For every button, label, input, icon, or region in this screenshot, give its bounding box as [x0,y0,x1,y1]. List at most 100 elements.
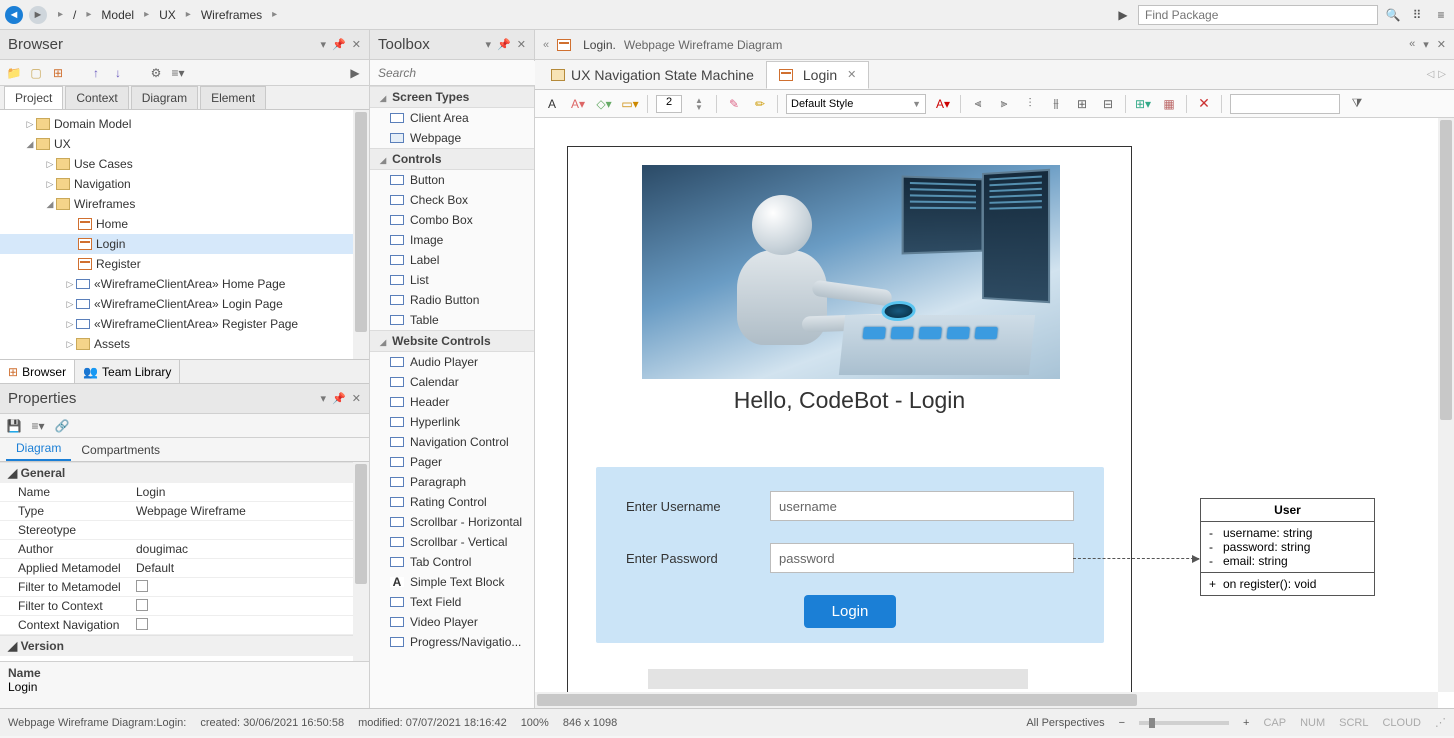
prop-row-name[interactable]: NameLogin [0,483,369,502]
zoom-in-icon[interactable]: + [1243,717,1249,729]
prop-group-general[interactable]: ◢ General [0,462,369,483]
tool-label[interactable]: Label [370,250,534,270]
login-form-card[interactable]: Enter Username username Enter Password p… [596,467,1104,643]
bottom-tab-team-library[interactable]: 👥 Team Library [75,360,180,383]
nav-forward-button[interactable]: ► [28,5,48,25]
tree-item-assets[interactable]: ▷ Assets [0,334,369,354]
move-up-icon[interactable]: ↑ [88,65,104,81]
tree-item-domain-model[interactable]: ▷ Domain Model [0,114,369,134]
password-input[interactable]: password [770,543,1074,573]
breadcrumb-model[interactable]: Model [101,8,134,22]
user-class-element[interactable]: User -username: string -password: string… [1200,498,1375,596]
canvas-scrollbar-vertical[interactable] [1438,118,1454,692]
distribute-h-icon[interactable]: ⊞ [1073,95,1091,113]
hamburger-icon[interactable]: ≡▾ [170,65,186,81]
tool-textfield[interactable]: Text Field [370,592,534,612]
breadcrumb-root[interactable]: / [73,8,76,22]
pin-icon[interactable]: 📌 [497,38,511,51]
tool-table[interactable]: Table [370,310,534,330]
move-down-icon[interactable]: ↓ [110,65,126,81]
prop-row-author[interactable]: Authordougimac [0,540,369,559]
play-icon[interactable]: ▶ [1114,6,1132,24]
checkbox[interactable] [136,599,148,611]
dropdown-icon[interactable]: ▾ [321,392,327,405]
tool-combobox[interactable]: Combo Box [370,210,534,230]
resize-grip-icon[interactable]: ⋰ [1435,716,1446,729]
tool-scrollv[interactable]: Scrollbar - Vertical [370,532,534,552]
line-color-icon[interactable]: ▭▾ [621,95,639,113]
props-tab-compartments[interactable]: Compartments [71,439,170,461]
tool-group-website[interactable]: Website Controls [370,330,534,352]
align-center-icon[interactable]: ⫸ [995,95,1013,113]
tool-group-screen-types[interactable]: Screen Types [370,86,534,108]
wand-icon[interactable]: ✎ [725,95,743,113]
tool-scrollh[interactable]: Scrollbar - Horizontal [370,512,534,532]
toolbox-search-input[interactable] [370,61,543,85]
pin-icon[interactable]: 📌 [332,38,346,51]
bottom-tab-browser[interactable]: ⊞ Browser [0,360,75,383]
tree-item-wireframes[interactable]: ◢ Wireframes [0,194,369,214]
tool-navctrl[interactable]: Navigation Control [370,432,534,452]
tab-diagram[interactable]: Diagram [131,86,198,109]
prop-row-type[interactable]: TypeWebpage Wireframe [0,502,369,521]
tool-calendar[interactable]: Calendar [370,372,534,392]
prop-row-context-nav[interactable]: Context Navigation [0,616,369,635]
close-tab-icon[interactable]: ✕ [847,68,856,81]
login-button[interactable]: Login [804,595,897,628]
tool-header[interactable]: Header [370,392,534,412]
find-package-input[interactable] [1138,5,1378,25]
tool-hyperlink[interactable]: Hyperlink [370,412,534,432]
page-title[interactable]: Hello, CodeBot - Login [568,387,1131,414]
tree-options-icon[interactable]: ⚙ [148,65,164,81]
diagram-filter-input[interactable] [1230,94,1340,114]
breadcrumb-ux[interactable]: UX [159,8,176,22]
close-icon[interactable]: ✕ [1437,38,1446,51]
align-left-icon[interactable]: ⫷ [969,95,987,113]
prop-row-filter-metamodel[interactable]: Filter to Metamodel [0,578,369,597]
tree-scrollbar[interactable] [353,110,369,359]
wireframe-page[interactable]: Hello, CodeBot - Login Enter Username us… [567,146,1132,706]
tool-button[interactable]: Button [370,170,534,190]
tool-radio[interactable]: Radio Button [370,290,534,310]
dropdown-icon[interactable]: ▾ [321,38,327,51]
menu-icon[interactable]: ≡ [1432,6,1450,24]
align-top-icon[interactable]: ⫶ [1021,95,1039,113]
tab-project[interactable]: Project [4,86,63,109]
tree-item-home-diagram[interactable]: Home [0,214,369,234]
tree-item-register-diagram[interactable]: Register [0,254,369,274]
tree-item-use-cases[interactable]: ▷ Use Cases [0,154,369,174]
tool-client-area[interactable]: Client Area [370,108,534,128]
tool-rating[interactable]: Rating Control [370,492,534,512]
dropdown-icon[interactable]: ▾ [1423,38,1429,51]
props-tab-diagram[interactable]: Diagram [6,437,71,461]
view-options-icon[interactable]: ⠿ [1408,6,1426,24]
username-input[interactable]: username [770,491,1074,521]
line-width-input[interactable]: 2 [656,95,682,113]
tool-paragraph[interactable]: Paragraph [370,472,534,492]
nav-back-button[interactable]: ◄ [4,5,24,25]
tree-item-login-page[interactable]: ▷ «WireframeClientArea» Login Page [0,294,369,314]
highlight-icon[interactable]: A▾ [569,95,587,113]
tool-group-controls[interactable]: Controls [370,148,534,170]
tree-item-navigation[interactable]: ▷ Navigation [0,174,369,194]
checkbox[interactable] [136,580,148,592]
filter-icon[interactable]: ⧩ [1348,95,1366,113]
checkbox[interactable] [136,618,148,630]
status-perspectives[interactable]: All Perspectives [1026,717,1104,729]
tool-image[interactable]: Image [370,230,534,250]
font-style-icon[interactable]: A▾ [934,95,952,113]
diagram-canvas[interactable]: Hello, CodeBot - Login Enter Username us… [535,118,1454,708]
hero-image[interactable] [642,165,1060,379]
zoom-slider[interactable] [1139,721,1229,725]
doc-tab-login[interactable]: Login ✕ [766,61,869,89]
tool-textblock[interactable]: ASimple Text Block [370,572,534,592]
tool-video[interactable]: Video Player [370,612,534,632]
doc-tab-state-machine[interactable]: UX Navigation State Machine [539,62,766,88]
font-color-icon[interactable]: A [543,95,561,113]
dropdown-icon[interactable]: ▾ [486,38,492,51]
pin-icon[interactable]: 📌 [332,392,346,405]
new-package-icon[interactable]: 📁 [6,65,22,81]
stepper-icon[interactable]: ▲▼ [690,95,708,113]
close-icon[interactable]: ✕ [352,38,361,51]
canvas-scrollbar-horizontal[interactable] [535,692,1438,708]
